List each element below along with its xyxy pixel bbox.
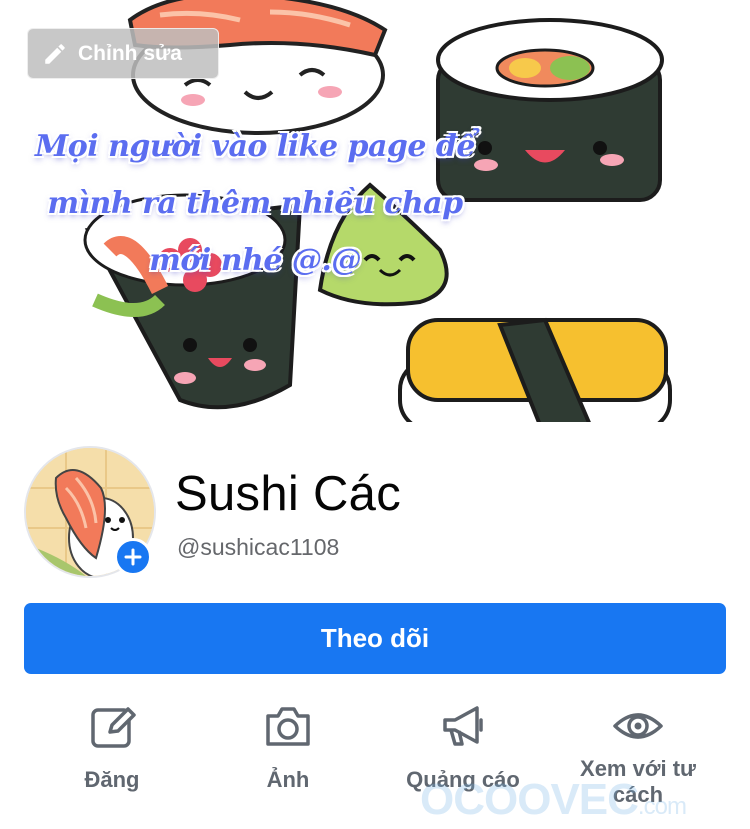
post-label: Đăng: [84, 767, 140, 792]
add-profile-picture-button[interactable]: [114, 538, 152, 576]
follow-button[interactable]: Theo dõi: [24, 603, 726, 674]
photo-label: Ảnh: [266, 767, 310, 792]
edit-cover-button[interactable]: Chỉnh sửa: [27, 28, 219, 79]
edit-cover-label: Chỉnh sửa: [78, 41, 182, 65]
pencil-icon: [45, 43, 65, 64]
page-username: @sushicac1108: [177, 534, 340, 560]
watermark: OCOOVEC.com: [420, 775, 687, 825]
cover-promo-text: Mọi người vào like page để mình ra thêm …: [0, 118, 500, 289]
plus-icon: [124, 548, 142, 566]
tamago-nigiri: [398, 317, 672, 422]
post-button[interactable]: Đăng: [27, 700, 197, 810]
cover-photo[interactable]: Chỉnh sửa Mọi người vào like page để mìn…: [0, 0, 750, 422]
megaphone-icon: [443, 706, 483, 746]
promo-line: mới nhé @.@: [149, 243, 361, 278]
watermark-brand: OCOOVEC: [420, 775, 639, 824]
edit-icon: [91, 707, 136, 748]
camera-icon: [266, 707, 310, 746]
promo-line: Mọi người vào like page để: [35, 129, 475, 164]
photo-button[interactable]: Ảnh: [203, 700, 373, 810]
watermark-suffix: .com: [637, 793, 687, 820]
eye-icon: [613, 713, 663, 739]
promo-line: mình ra thêm nhiều chap: [47, 186, 463, 221]
page-title: Sushi Các: [175, 467, 402, 521]
